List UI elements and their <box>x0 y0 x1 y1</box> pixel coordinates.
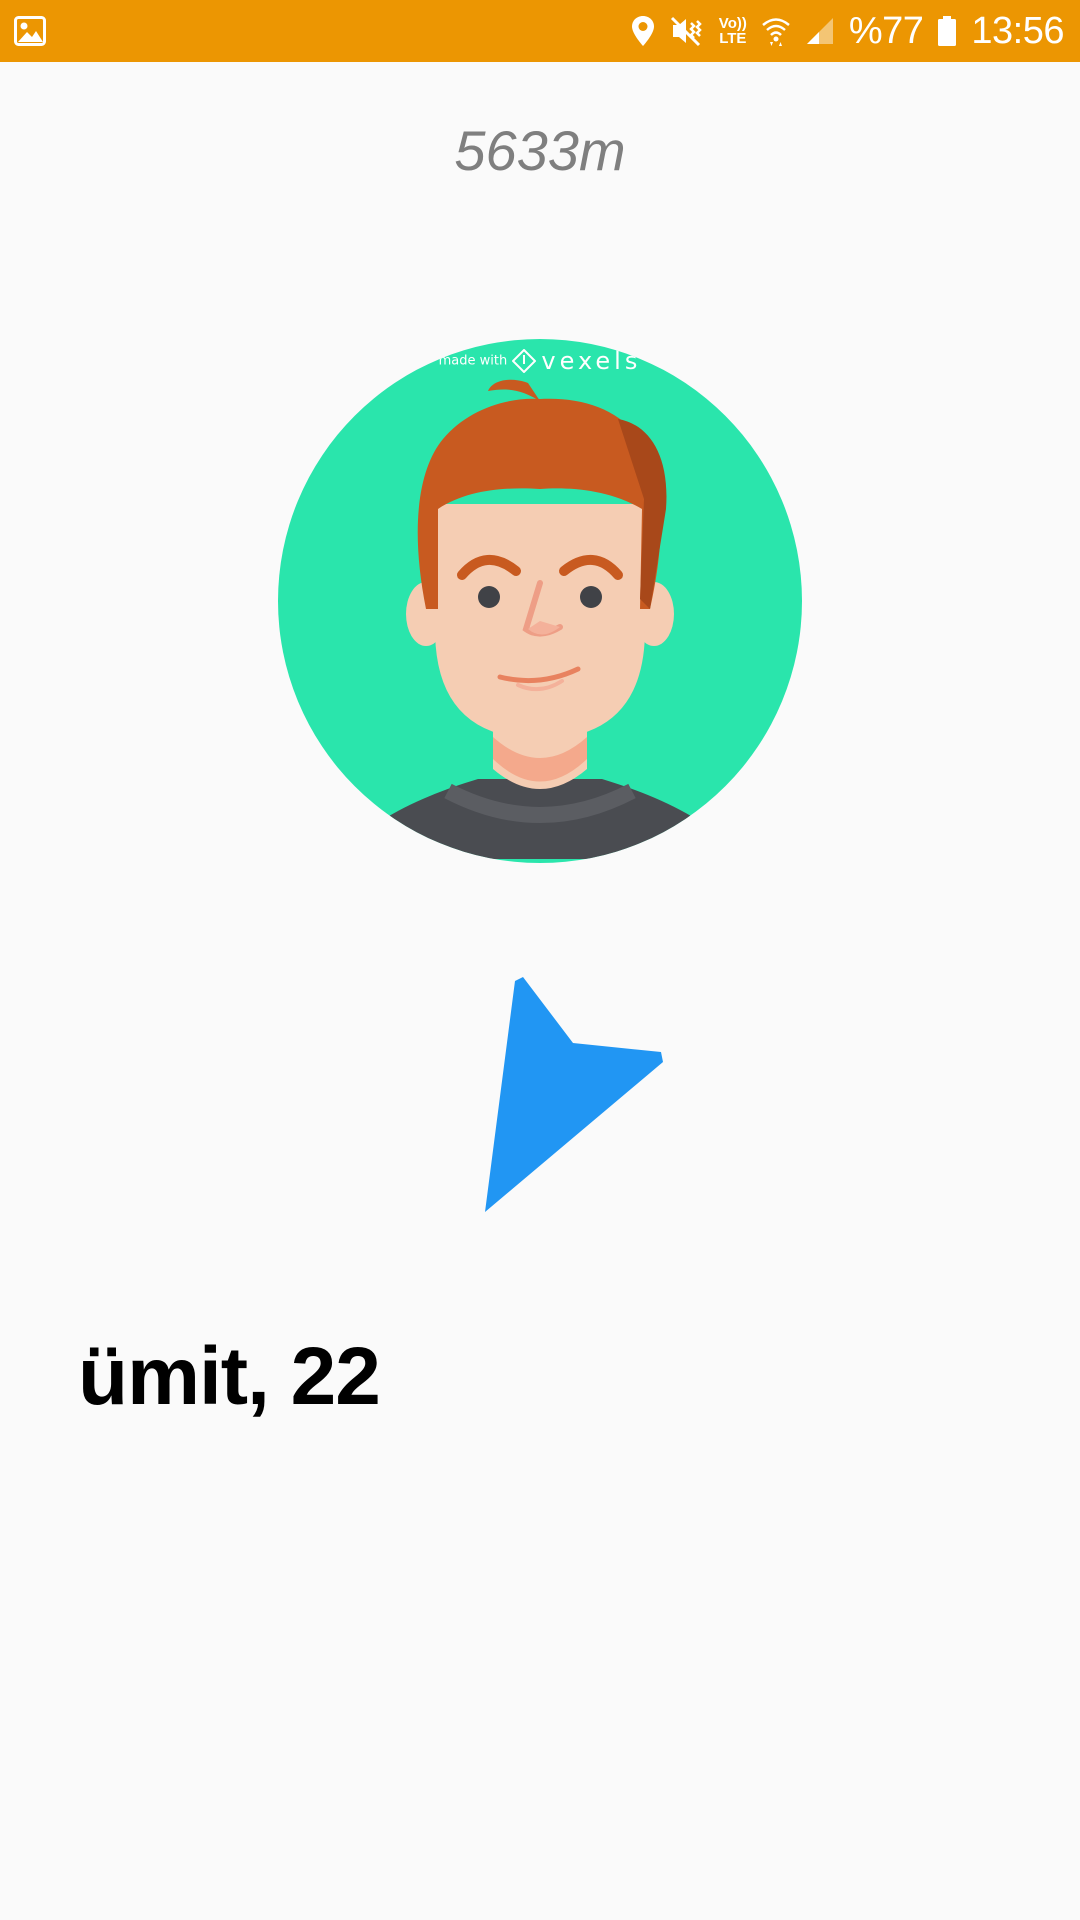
battery-percentage: %77 <box>848 10 924 52</box>
mute-vibrate-icon <box>669 15 705 47</box>
wifi-icon <box>761 15 791 47</box>
location-pin-icon <box>631 15 655 47</box>
status-bar: Vo)) LTE %77 13:56 <box>0 0 1080 62</box>
volte-icon: Vo)) LTE <box>719 16 747 46</box>
name-age-label: ümit, 22 <box>78 1331 381 1422</box>
clock: 13:56 <box>971 10 1064 52</box>
avatar-watermark: made with vexels <box>278 347 802 375</box>
status-icons: Vo)) LTE %77 13:56 <box>631 0 1064 62</box>
distance-label: 5633m <box>454 119 626 182</box>
image-notification-icon <box>14 16 46 51</box>
navigation-arrow-icon <box>480 975 670 1215</box>
vexels-logo-icon <box>511 348 537 374</box>
avatar-illustration <box>278 339 802 863</box>
watermark-brand: vexels <box>541 347 642 375</box>
volte-label: Vo)) <box>718 15 747 32</box>
cell-signal-icon <box>805 16 835 46</box>
avatar[interactable]: made with vexels <box>278 339 802 863</box>
watermark-made-with: made with <box>438 353 508 369</box>
profile-screen: Vo)) LTE %77 13:56 5633m made with vexel… <box>0 0 1080 1920</box>
lte-label: LTE <box>719 30 747 47</box>
battery-icon <box>937 15 957 47</box>
